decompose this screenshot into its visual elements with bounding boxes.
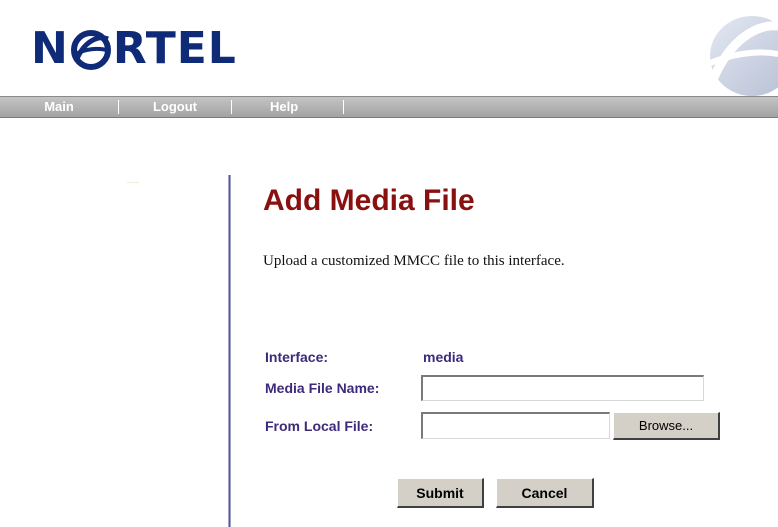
page-description: Upload a customized MMCC file to this in… xyxy=(263,253,565,269)
logo-suffix: RTEL xyxy=(112,23,237,74)
decorative-dash xyxy=(127,182,139,183)
interface-value: media xyxy=(423,349,464,365)
top-nav-bar: Main Logout Help xyxy=(0,96,778,118)
page-title: Add Media File xyxy=(263,184,475,217)
local-file-path-input[interactable] xyxy=(421,412,610,439)
nav-logout-link[interactable]: Logout xyxy=(119,100,232,114)
submit-button[interactable]: Submit xyxy=(397,478,484,508)
logo-prefix: N xyxy=(31,23,69,74)
cancel-button[interactable]: Cancel xyxy=(496,478,594,508)
nav-main-link[interactable]: Main xyxy=(0,100,119,114)
interface-label: Interface: xyxy=(265,349,329,365)
vertical-divider xyxy=(228,175,231,527)
browse-button[interactable]: Browse... xyxy=(613,412,720,440)
nortel-logo: N RTEL xyxy=(31,27,237,71)
page: N RTEL Main Logout Help Add Media File U… xyxy=(0,0,778,527)
media-file-name-input[interactable] xyxy=(421,375,704,401)
decorative-globe-icon xyxy=(706,16,778,96)
media-file-name-label: Media File Name: xyxy=(265,380,380,396)
from-local-file-label: From Local File: xyxy=(265,418,374,434)
logo-globe-icon xyxy=(70,30,111,70)
nav-help-link[interactable]: Help xyxy=(232,100,344,114)
